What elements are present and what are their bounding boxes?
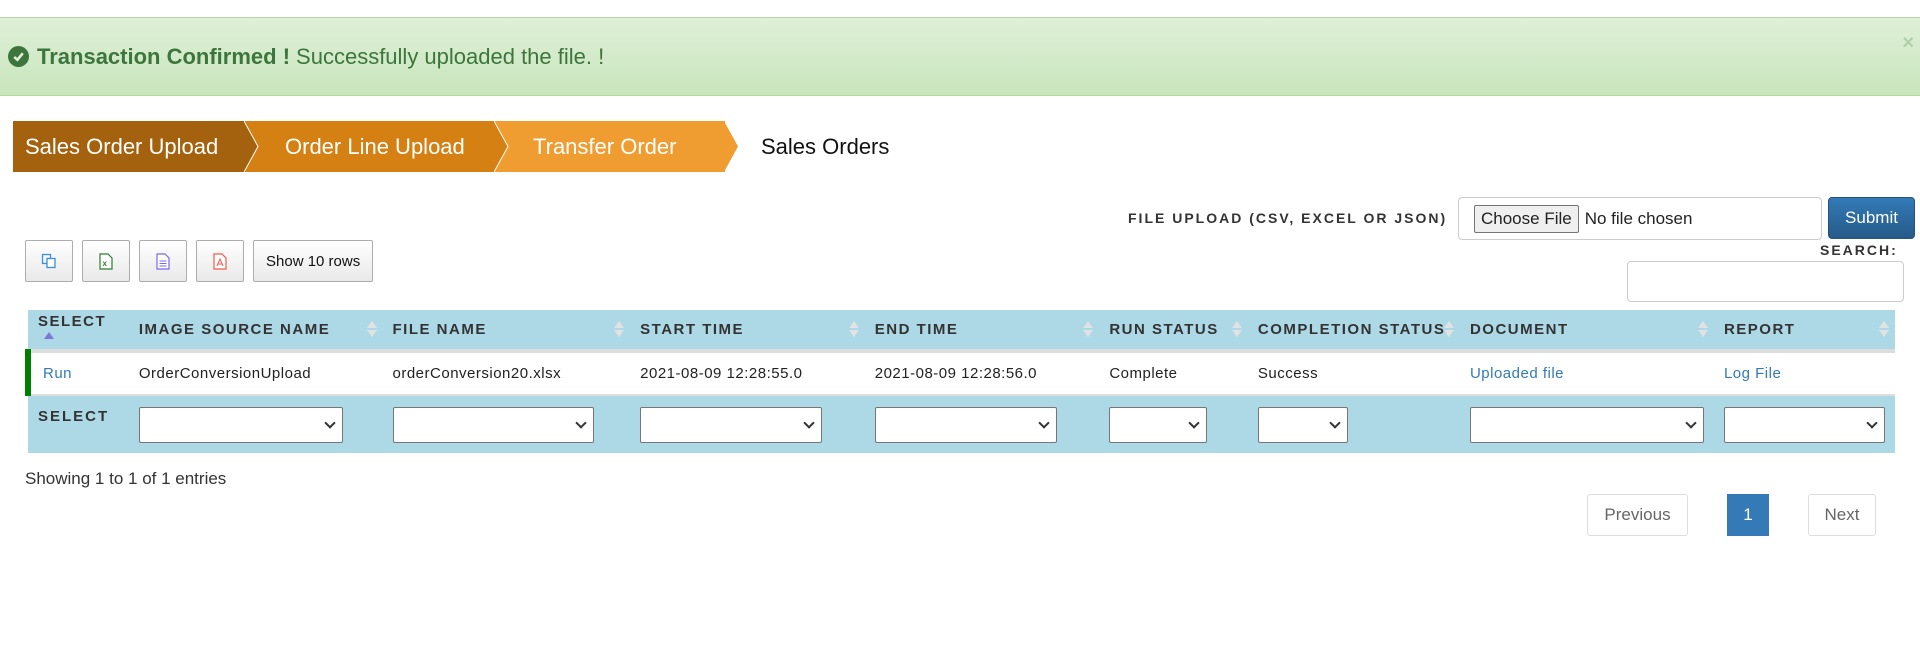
cell-image-source-name: OrderConversionUpload: [128, 351, 383, 396]
sort-icon: [848, 321, 859, 337]
col-header-start-time[interactable]: START TIME: [630, 310, 865, 353]
alert-title: Transaction Confirmed !: [37, 43, 291, 69]
filter-start-time[interactable]: [640, 406, 823, 443]
step-arrow-icon: [724, 121, 738, 172]
filter-document[interactable]: [1469, 406, 1704, 443]
cell-end-time: 2021-08-09 12:28:56.0: [864, 351, 1100, 396]
sort-icon: [614, 321, 625, 337]
step-label: Transfer Order: [533, 133, 677, 159]
search-input[interactable]: [1627, 261, 1904, 302]
choose-file-button[interactable]: Choose File: [1474, 204, 1579, 233]
file-input[interactable]: Choose File No file chosen: [1458, 197, 1822, 240]
sort-icon: [1443, 321, 1454, 337]
submit-button[interactable]: Submit: [1828, 197, 1915, 239]
col-header-report[interactable]: REPORT: [1713, 310, 1895, 353]
file-status: No file chosen: [1584, 208, 1693, 228]
file-upload-label: FILE UPLOAD (CSV, EXCEL OR JSON): [1128, 210, 1448, 226]
cell-file-name: orderConversion20.xlsx: [382, 351, 631, 396]
filter-file-name[interactable]: [392, 406, 594, 443]
excel-icon: x: [99, 252, 113, 270]
svg-text:x: x: [103, 259, 108, 268]
filter-row: SELECT: [28, 395, 1895, 453]
copy-button[interactable]: [25, 240, 73, 282]
col-header-end-time[interactable]: END TIME: [864, 310, 1100, 353]
table-info: Showing 1 to 1 of 1 entries: [25, 469, 227, 488]
alert-message: Successfully uploaded the file. !: [296, 43, 605, 69]
step-breadcrumb: Sales Order Upload Order Line Upload Tra…: [13, 121, 889, 172]
col-header-document[interactable]: DOCUMENT: [1459, 310, 1714, 353]
table-row: Run OrderConversionUpload orderConversio…: [25, 351, 1895, 396]
previous-page-button[interactable]: Previous: [1587, 494, 1688, 536]
run-link[interactable]: Run: [43, 365, 72, 382]
uploaded-file-link[interactable]: Uploaded file: [1470, 365, 1564, 382]
cell-start-time: 2021-08-09 12:28:55.0: [630, 351, 865, 396]
check-circle-icon: [8, 46, 29, 67]
show-rows-button[interactable]: Show 10 rows: [253, 240, 374, 282]
csv-icon: [156, 252, 170, 270]
sort-icon: [1231, 321, 1242, 337]
results-table: SELECT IMAGE SOURCE NAME FILE NAME START…: [25, 310, 1895, 453]
filter-run-status[interactable]: [1109, 406, 1208, 443]
step-label: Sales Orders: [761, 133, 890, 159]
step-label: Order Line Upload: [285, 133, 465, 159]
step-arrow-icon: [494, 121, 509, 172]
step-arrow-icon: [244, 121, 259, 172]
export-toolbar: x Show 10 rows: [25, 240, 374, 282]
step-label: Sales Order Upload: [25, 133, 219, 159]
sort-asc-icon: [44, 331, 54, 339]
cell-completion-status: Success: [1247, 351, 1460, 396]
sort-icon: [366, 321, 377, 337]
excel-button[interactable]: x: [82, 240, 130, 282]
close-icon[interactable]: ×: [1902, 32, 1914, 55]
col-header-select[interactable]: SELECT: [28, 310, 129, 353]
step-sales-orders[interactable]: Sales Orders: [725, 121, 889, 172]
csv-button[interactable]: [139, 240, 187, 282]
filter-label: SELECT: [28, 395, 129, 453]
search-label: SEARCH:: [1820, 242, 1898, 258]
cell-run-status: Complete: [1099, 351, 1248, 396]
filter-end-time[interactable]: [874, 406, 1057, 443]
sort-icon: [1879, 321, 1889, 337]
col-header-image-source-name[interactable]: IMAGE SOURCE NAME: [128, 310, 383, 353]
step-order-line-upload[interactable]: Order Line Upload: [245, 121, 509, 172]
filter-image-source-name[interactable]: [138, 406, 343, 443]
copy-icon: [41, 253, 56, 269]
sort-icon: [1697, 321, 1708, 337]
success-alert: Transaction Confirmed ! Successfully upl…: [0, 17, 1920, 96]
page-1-button[interactable]: 1: [1727, 494, 1769, 536]
log-file-link[interactable]: Log File: [1724, 365, 1781, 382]
step-sales-order-upload[interactable]: Sales Order Upload: [13, 121, 259, 172]
next-page-button[interactable]: Next: [1808, 494, 1876, 536]
table-header-row: SELECT IMAGE SOURCE NAME FILE NAME START…: [28, 310, 1895, 353]
step-transfer-order[interactable]: Transfer Order: [495, 121, 738, 172]
col-header-completion-status[interactable]: COMPLETION STATUS: [1247, 310, 1460, 353]
sort-icon: [1083, 321, 1094, 337]
pdf-icon: [213, 252, 227, 270]
filter-completion-status[interactable]: [1257, 406, 1348, 443]
pdf-button[interactable]: [196, 240, 244, 282]
col-header-file-name[interactable]: FILE NAME: [382, 310, 631, 353]
filter-report[interactable]: [1723, 406, 1885, 443]
col-header-run-status[interactable]: RUN STATUS: [1099, 310, 1248, 353]
